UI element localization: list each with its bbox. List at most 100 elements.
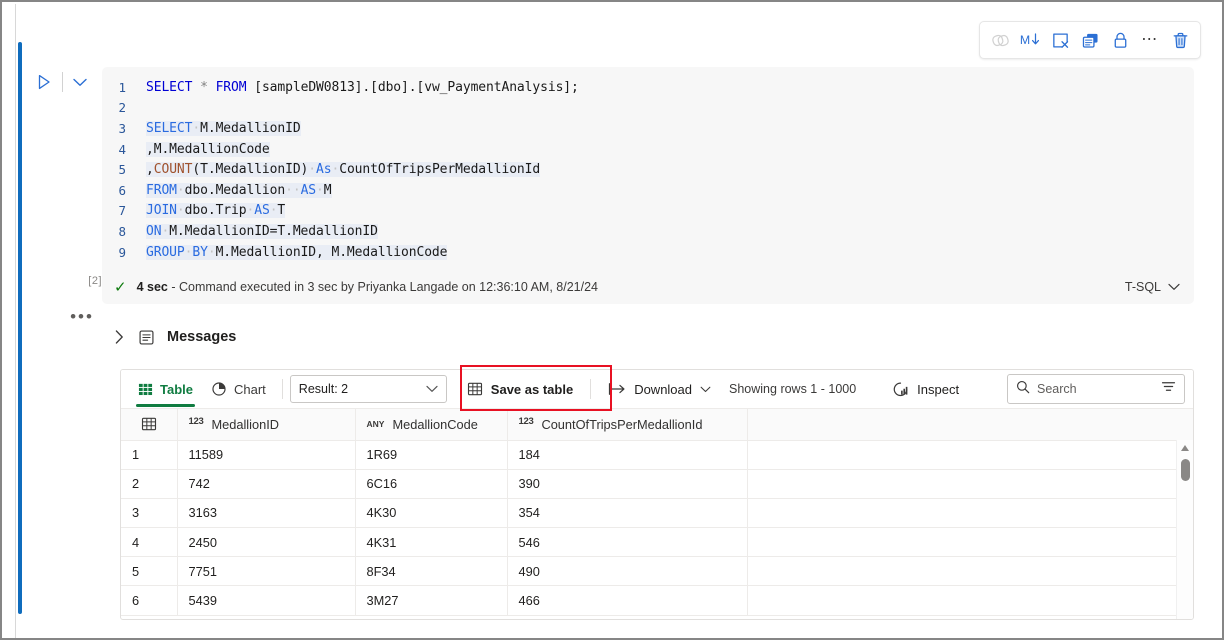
cell-countoftripspermedallionid[interactable]: 354 [507, 498, 748, 529]
save-as-table-icon [467, 382, 482, 396]
table-header-row: 123 MedallionID ANY MedallionCode 123 Co… [121, 409, 1193, 441]
row-index: 6 [121, 585, 178, 616]
line-number: 8 [118, 223, 126, 239]
code-line[interactable]: 9 GROUP·BY·M.MedallionID, M.MedallionCode [102, 242, 1194, 263]
scrollbar-thumb[interactable] [1181, 459, 1190, 481]
cell-medallioncode[interactable]: 4K30 [355, 498, 508, 529]
inspect-label: Inspect [917, 381, 960, 397]
code-line[interactable]: 4 ,M.MedallionCode [102, 139, 1194, 160]
code-line[interactable]: 3 SELECT·M.MedallionID [102, 118, 1194, 139]
messages-label: Messages [167, 329, 237, 345]
row-header-corner[interactable] [121, 409, 178, 441]
code-line[interactable]: 1 SELECT * FROM [sampleDW0813].[dbo].[vw_… [102, 77, 1194, 98]
delete-cell-icon[interactable] [1166, 26, 1194, 54]
cell-more-options[interactable]: ••• [64, 307, 100, 329]
play-icon [38, 74, 50, 90]
cell-countoftripspermedallionid[interactable]: 546 [507, 527, 748, 558]
trash-icon [1173, 32, 1187, 48]
more-options-icon[interactable]: ⋯ [1136, 26, 1164, 54]
cell-collapse-chevron[interactable] [68, 70, 92, 94]
download-button[interactable]: Download [598, 374, 721, 404]
cell-countoftripspermedallionid[interactable]: 490 [507, 556, 748, 587]
search-box[interactable] [1007, 374, 1185, 404]
cell-filler [747, 440, 1193, 470]
freeze-cell-icon[interactable] [1106, 26, 1134, 54]
code-line[interactable]: 6 FROM·dbo.Medallion··AS·M [102, 180, 1194, 201]
cell-status-bar: ✓ 4 sec - Command executed in 3 sec by P… [102, 270, 1194, 304]
code-editor[interactable]: 1 SELECT * FROM [sampleDW0813].[dbo].[vw_… [102, 67, 1194, 270]
messages-toggle[interactable]: Messages [112, 322, 236, 352]
code-line[interactable]: 5 ,COUNT(T.MedallionID)·As·CountOfTripsPe… [102, 159, 1194, 180]
line-number: 7 [118, 203, 126, 219]
line-text: ,COUNT(T.MedallionID)·As·CountOfTripsPer… [146, 162, 541, 178]
tab-chart[interactable]: Chart [202, 371, 275, 408]
cell-medallioncode[interactable]: 1R69 [355, 440, 508, 470]
clear-output-icon[interactable] [1046, 26, 1074, 54]
language-label: T-SQL [1124, 280, 1161, 294]
chevron-down-icon [700, 386, 711, 392]
clear-output-icon [1052, 32, 1068, 48]
table-row[interactable]: 5 7751 8F34 490 [121, 556, 1193, 587]
table-row[interactable]: 4 2450 4K31 546 [121, 527, 1193, 558]
language-picker[interactable]: T-SQL [1125, 280, 1182, 294]
cell-medallionid[interactable]: 2450 [177, 527, 356, 558]
results-panel: Table Chart Result: 2 Save as table Down… [120, 369, 1194, 620]
cell-medallionid[interactable]: 11589 [177, 440, 356, 470]
code-line[interactable]: 2 [102, 98, 1194, 119]
toggle-parameter-cell-icon[interactable] [986, 26, 1014, 54]
row-index: 5 [121, 556, 178, 587]
column-header-filler [747, 409, 1193, 441]
search-input[interactable] [1037, 382, 1154, 396]
line-text: ,M.MedallionCode [146, 141, 270, 157]
execution-message: - Command executed in 3 sec by Priyanka … [167, 280, 598, 294]
cell-countoftripspermedallionid[interactable]: 390 [507, 469, 748, 499]
cell-medallionid[interactable]: 7751 [177, 556, 356, 587]
download-icon [609, 383, 625, 395]
table-row[interactable]: 6 5439 3M27 466 [121, 585, 1193, 616]
markdown-icon: M [1020, 33, 1040, 47]
type-number-icon: 123 [518, 415, 534, 427]
table-row[interactable]: 2 742 6C16 390 [121, 469, 1193, 499]
duplicate-cell-icon[interactable] [1076, 26, 1104, 54]
cell-medallionid[interactable]: 3163 [177, 498, 356, 529]
save-as-table-button[interactable]: Save as table [457, 374, 583, 404]
line-text: ON·M.MedallionID=T.MedallionID [146, 223, 378, 239]
code-line[interactable]: 7 JOIN·dbo.Trip·AS·T [102, 201, 1194, 222]
cell-medallionid[interactable]: 5439 [177, 585, 356, 616]
code-body[interactable]: 1 SELECT * FROM [sampleDW0813].[dbo].[vw_… [102, 77, 1194, 262]
cell-medallioncode[interactable]: 4K31 [355, 527, 508, 558]
inspect-button[interactable]: Inspect [882, 374, 969, 404]
run-cell-button[interactable] [33, 70, 55, 94]
cell-countoftripspermedallionid[interactable]: 184 [507, 440, 748, 470]
column-label: CountOfTripsPerMedallionId [541, 416, 703, 432]
result-set-select[interactable]: Result: 2 [289, 375, 447, 403]
column-header-medallioncode[interactable]: ANY MedallionCode [355, 409, 508, 441]
type-number-icon: 123 [188, 415, 204, 427]
line-text: FROM·dbo.Medallion··AS·M [146, 182, 332, 198]
chevron-right-icon [112, 330, 126, 344]
grid-vertical-scrollbar[interactable] [1176, 440, 1193, 619]
line-text: JOIN·dbo.Trip·AS·T [146, 203, 286, 219]
row-index: 1 [121, 440, 178, 470]
tab-table-label: Table [160, 381, 193, 397]
pie-chart-icon [212, 382, 226, 396]
cell-medallioncode[interactable]: 3M27 [355, 585, 508, 616]
table-row[interactable]: 3 3163 4K30 354 [121, 498, 1193, 529]
line-number: 2 [118, 100, 126, 116]
cell-medallionid[interactable]: 742 [177, 469, 356, 499]
column-header-countoftrips[interactable]: 123 CountOfTripsPerMedallionId [507, 409, 748, 441]
column-header-medallionid[interactable]: 123 MedallionID [177, 409, 356, 441]
scroll-up-arrow-icon[interactable] [1181, 445, 1189, 451]
showing-rows-label: Showing rows 1 - 1000 [729, 382, 857, 396]
table-row[interactable]: 1 11589 1R69 184 [121, 440, 1193, 470]
filter-icon[interactable] [1161, 380, 1176, 398]
convert-to-markdown-icon[interactable]: M [1016, 26, 1044, 54]
tab-table[interactable]: Table [129, 371, 202, 408]
svg-text:M: M [1020, 33, 1030, 47]
cell-medallioncode[interactable]: 8F34 [355, 556, 508, 587]
cell-countoftripspermedallionid[interactable]: 466 [507, 585, 748, 616]
success-check-icon: ✓ [114, 278, 127, 296]
line-number: 5 [118, 162, 126, 178]
code-line[interactable]: 8 ON·M.MedallionID=T.MedallionID [102, 221, 1194, 242]
cell-medallioncode[interactable]: 6C16 [355, 469, 508, 499]
